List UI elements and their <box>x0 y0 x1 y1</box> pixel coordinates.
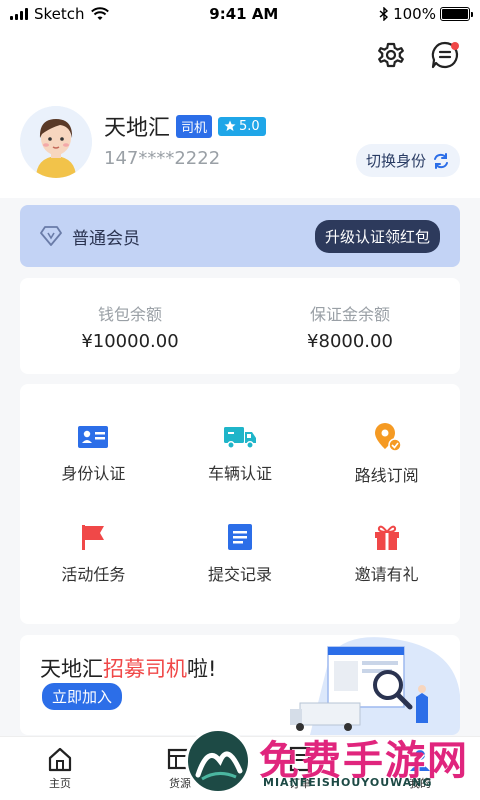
menu-label: 路线订阅 <box>354 466 419 485</box>
gear-icon <box>378 42 404 68</box>
location-pin-icon <box>374 423 402 452</box>
wallet-card: 钱包余额 ¥10000.00 保证金余额 ¥8000.00 <box>20 278 460 374</box>
menu-item-invite[interactable]: 邀请有礼 <box>313 504 460 604</box>
signal-icon <box>10 8 28 20</box>
header-actions <box>374 38 462 72</box>
join-now-button[interactable]: 立即加入 <box>42 683 123 710</box>
menu-item-vehicle[interactable]: 车辆认证 <box>167 404 314 504</box>
banner-title-prefix: 天地汇 <box>40 657 103 681</box>
switch-identity-label: 切换身份 <box>365 152 426 170</box>
phone-number: 147****2222 <box>104 148 221 169</box>
gift-icon <box>374 525 399 550</box>
member-level: 普通会员 <box>72 228 140 249</box>
wallet-balance-value: ¥10000.00 <box>81 330 179 352</box>
document-icon <box>227 524 252 550</box>
menu-label: 车辆认证 <box>207 464 272 483</box>
refresh-icon <box>434 152 448 169</box>
rating-value: 5.0 <box>239 118 260 134</box>
menu-label: 活动任务 <box>61 565 126 584</box>
wallet-balance[interactable]: 钱包余额 ¥10000.00 <box>20 278 240 374</box>
avatar-illustration <box>20 106 92 178</box>
deposit-balance-value: ¥8000.00 <box>307 330 393 352</box>
menu-item-identity[interactable]: 身份认证 <box>20 404 167 504</box>
watermark-logo-icon <box>185 728 251 794</box>
status-time: 9:41 AM <box>209 5 279 23</box>
vip-diamond-icon <box>40 226 62 246</box>
menu-item-activity[interactable]: 活动任务 <box>20 504 167 604</box>
menu-label: 提交记录 <box>207 565 272 584</box>
status-bar: Sketch 9:41 AM 100% <box>0 0 480 28</box>
tab-home[interactable]: 主页 <box>0 737 120 800</box>
tab-label: 主页 <box>49 777 71 790</box>
switch-identity-button[interactable]: 切换身份 <box>355 144 460 177</box>
truck-icon <box>223 427 256 449</box>
recruit-banner[interactable]: 天地汇招募司机啦! 立即加入 <box>20 635 460 735</box>
menu-item-route[interactable]: 路线订阅 <box>313 404 460 504</box>
wifi-icon <box>90 7 109 20</box>
banner-title: 天地汇招募司机啦! <box>40 653 216 683</box>
wallet-balance-label: 钱包余额 <box>97 304 162 324</box>
messages-button[interactable] <box>428 38 462 72</box>
carrier-label: Sketch <box>34 5 85 23</box>
settings-button[interactable] <box>374 38 408 72</box>
upgrade-button[interactable]: 升级认证领红包 <box>314 219 440 253</box>
id-card-icon <box>78 426 109 448</box>
battery-icon <box>439 7 473 21</box>
star-icon <box>224 120 236 131</box>
role-badge: 司机 <box>176 114 213 138</box>
notification-dot <box>451 42 459 50</box>
status-right: 100% <box>379 5 473 23</box>
banner-illustration <box>290 637 460 735</box>
watermark-subtext: MIANFEISHOUYOUWANG <box>263 776 433 789</box>
menu-label: 邀请有礼 <box>354 565 419 584</box>
watermark: 免费手游网 MIANFEISHOUYOUWANG <box>185 728 475 798</box>
banner-title-suffix: 啦! <box>187 657 217 681</box>
flag-icon <box>82 525 105 550</box>
avatar[interactable] <box>20 106 92 178</box>
profile-section: 天地汇 司机 5.0 147****2222 切换身份 <box>20 106 460 206</box>
user-name: 天地汇 <box>104 116 171 141</box>
banner-title-highlight: 招募司机 <box>103 657 187 681</box>
status-left: Sketch <box>10 5 109 23</box>
bluetooth-icon <box>379 7 389 21</box>
name-row: 天地汇 司机 5.0 <box>104 110 266 142</box>
rating-badge: 5.0 <box>218 116 266 136</box>
member-card[interactable]: 普通会员 升级认证领红包 <box>20 205 460 267</box>
menu-grid: 身份认证 车辆认证 路线订阅 活动任务 提交记录 邀请有礼 <box>20 384 460 624</box>
deposit-balance[interactable]: 保证金余额 ¥8000.00 <box>240 278 460 374</box>
home-icon <box>48 747 72 772</box>
battery-percent: 100% <box>393 5 436 23</box>
deposit-balance-label: 保证金余额 <box>309 304 390 324</box>
menu-item-records[interactable]: 提交记录 <box>167 504 314 604</box>
menu-label: 身份认证 <box>61 464 126 483</box>
